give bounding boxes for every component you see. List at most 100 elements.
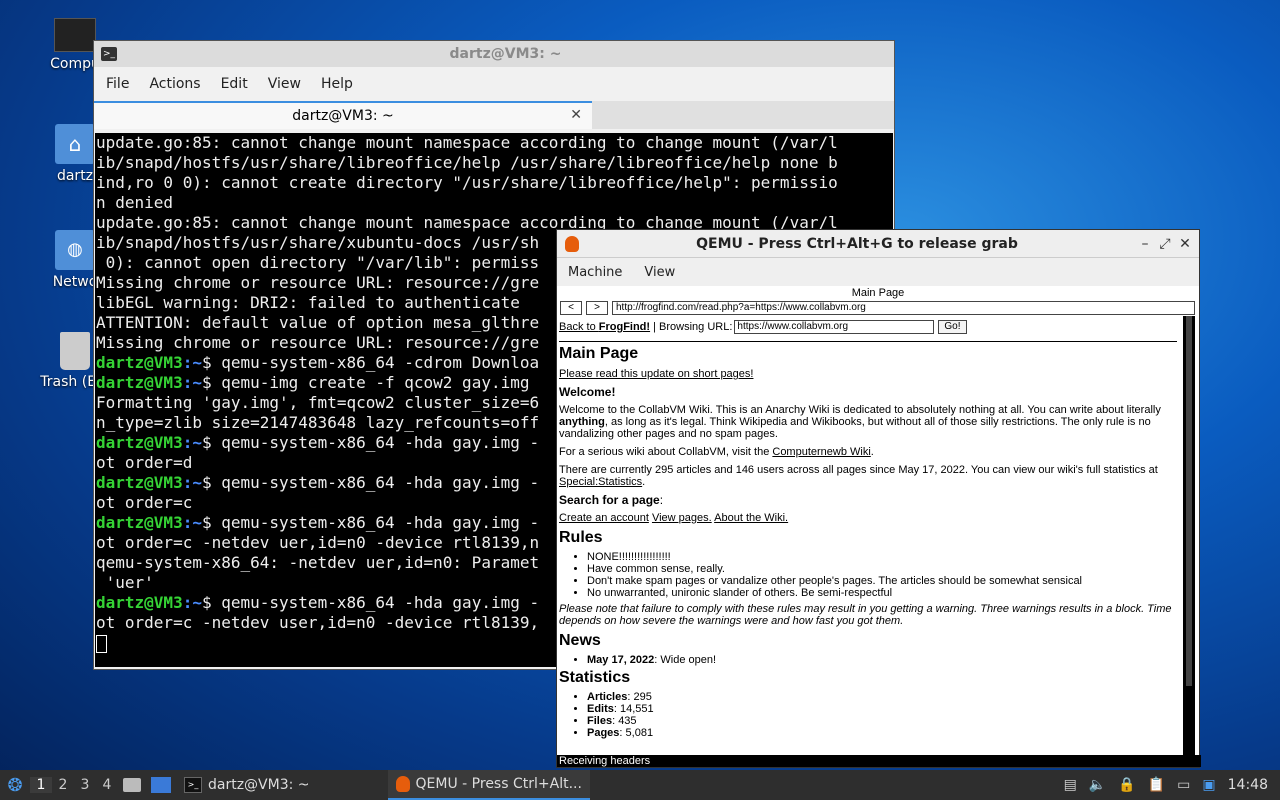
update-link[interactable]: Please read this update on short pages! [559, 368, 753, 380]
terminal-titlebar[interactable]: >_ dartz@VM3: ~ [94, 41, 894, 67]
computer-icon [54, 18, 96, 52]
qemu-menubar: Machine View [557, 258, 1199, 286]
workspace-4[interactable]: 4 [96, 777, 118, 793]
prompt-path: :~ [182, 473, 202, 492]
prompt-path: :~ [182, 353, 202, 372]
guest-page-title: Main Page [851, 287, 905, 299]
notification-icon[interactable]: ▤ [1064, 777, 1077, 793]
show-desktop-icon[interactable] [151, 777, 171, 793]
menu-view[interactable]: View [633, 265, 686, 280]
news-list: May 17, 2022: Wide open! [559, 654, 1179, 666]
list-item: Don't make spam pages or vandalize other… [587, 575, 1179, 587]
command-text: $ qemu-img create -f qcow2 gay.img [201, 373, 530, 392]
terminal-icon: >_ [101, 47, 117, 61]
prompt-user: dartz@VM3 [96, 433, 183, 452]
trash-icon [60, 332, 90, 370]
menu-actions[interactable]: Actions [139, 72, 210, 96]
menu-file[interactable]: File [96, 72, 139, 96]
taskbar: ❂ 1 2 3 4 >_ dartz@VM3: ~ QEMU - Press C… [0, 770, 1280, 800]
guest-nav-row: < > http://frogfind.com/read.php?a=https… [557, 300, 1199, 316]
updates-icon[interactable]: ▣ [1202, 777, 1215, 793]
terminal-tab[interactable]: dartz@VM3: ~ ✕ [94, 101, 592, 129]
special-statistics-link[interactable]: Special:Statistics [559, 476, 642, 488]
rules-note: Please note that failure to comply with … [559, 603, 1172, 627]
prompt-user: dartz@VM3 [96, 353, 183, 372]
qemu-logo-icon [395, 776, 410, 792]
guest-back-button[interactable]: < [560, 301, 582, 315]
command-text: $ qemu-system-x86_64 -hda gay.img - [201, 473, 540, 492]
rules-list: NONE!!!!!!!!!!!!!!!!! Have common sense,… [559, 551, 1179, 599]
wiki-links: Create an account View pages. About the … [559, 512, 1179, 524]
taskbar-item-terminal[interactable]: >_ dartz@VM3: ~ [176, 770, 318, 800]
heading-rules: Rules [559, 529, 603, 546]
qemu-window[interactable]: QEMU - Press Ctrl+Alt+G to release grab … [556, 229, 1201, 768]
clock[interactable]: 14:48 [1228, 777, 1268, 793]
menu-machine[interactable]: Machine [557, 265, 633, 280]
terminal-line: n denied [96, 193, 174, 212]
browsing-url-input[interactable]: https://www.collabvm.org [734, 320, 935, 334]
list-item: NONE!!!!!!!!!!!!!!!!! [587, 551, 1179, 563]
view-pages-link[interactable]: View pages. [652, 512, 712, 524]
prompt-path: :~ [182, 433, 202, 452]
start-menu-icon[interactable]: ❂ [0, 775, 30, 796]
stats-paragraph: There are currently 295 articles and 146… [559, 464, 1158, 488]
maximize-icon[interactable]: ⤢ [1155, 236, 1175, 252]
list-item: Files: 435 [587, 715, 1179, 727]
terminal-title: dartz@VM3: ~ [449, 46, 562, 62]
prompt-user: dartz@VM3 [96, 373, 183, 392]
prompt-path: :~ [182, 593, 202, 612]
taskbar-item-qemu[interactable]: QEMU - Press Ctrl+Alt... [387, 770, 590, 800]
qemu-titlebar[interactable]: QEMU - Press Ctrl+Alt+G to release grab … [557, 230, 1199, 258]
search-heading: Search for a page: [559, 493, 664, 507]
terminal-tab-label: dartz@VM3: ~ [292, 108, 394, 124]
guest-scrollbar[interactable] [1183, 316, 1195, 756]
volume-icon[interactable]: 🔈 [1089, 777, 1106, 793]
computernewb-wiki-link[interactable]: Computernewb Wiki [772, 446, 870, 458]
minimize-icon[interactable]: – [1135, 236, 1155, 252]
list-item: Have common sense, really. [587, 563, 1179, 575]
close-icon[interactable]: ✕ [1175, 236, 1195, 252]
menu-edit[interactable]: Edit [211, 72, 258, 96]
workspace-1[interactable]: 1 [30, 777, 52, 793]
taskbar-item-label: dartz@VM3: ~ [208, 777, 310, 793]
back-to-frogfind-link[interactable]: Back to FrogFind! [559, 321, 650, 333]
guest-page-content: Back to FrogFind! | Browsing URL: https:… [559, 319, 1179, 754]
list-item: No unwarranted, unironic slander of othe… [587, 587, 1179, 599]
list-item: Pages: 5,081 [587, 727, 1179, 739]
menu-help[interactable]: Help [311, 72, 363, 96]
heading-news: News [559, 632, 601, 649]
qemu-title: QEMU - Press Ctrl+Alt+G to release grab [696, 235, 1018, 252]
terminal-line: update.go:85: cannot change mount namesp… [96, 133, 838, 152]
heading-main-page: Main Page [559, 345, 639, 362]
prompt-user: dartz@VM3 [96, 513, 183, 532]
workspace-3[interactable]: 3 [74, 777, 96, 793]
statistics-list: Articles: 295 Edits: 14,551 Files: 435 P… [559, 691, 1179, 739]
terminal-line: ib/snapd/hostfs/usr/share/libreoffice/he… [96, 153, 838, 172]
menu-view[interactable]: View [258, 72, 311, 96]
workspace-2[interactable]: 2 [52, 777, 74, 793]
guest-url-field[interactable]: http://frogfind.com/read.php?a=https://w… [612, 301, 1195, 315]
go-button[interactable]: Go! [938, 320, 967, 334]
system-tray: ▤ 🔈 🔒 📋 ▭ ▣ 14:48 [1058, 777, 1280, 793]
about-wiki-link[interactable]: About the Wiki. [714, 512, 788, 524]
command-text: $ qemu-system-x86_64 -hda gay.img - [201, 513, 540, 532]
close-tab-icon[interactable]: ✕ [570, 107, 582, 123]
text-cursor [96, 634, 107, 653]
guest-status-bar: Receiving headers [557, 755, 1201, 767]
lock-icon[interactable]: 🔒 [1118, 777, 1135, 793]
display-icon[interactable]: ▭ [1177, 777, 1190, 793]
command-text: $ qemu-system-x86_64 -cdrom Downloa [201, 353, 540, 372]
qemu-logo-icon [565, 235, 579, 252]
terminal-tabbar: dartz@VM3: ~ ✕ [94, 101, 894, 129]
guest-scroll-thumb[interactable] [1186, 316, 1192, 686]
terminal-icon: >_ [184, 777, 202, 793]
guest-screen[interactable]: Main Page < > http://frogfind.com/read.p… [557, 286, 1201, 767]
file-manager-icon[interactable] [123, 778, 141, 792]
clipboard-icon[interactable]: 📋 [1148, 777, 1165, 793]
command-text: $ qemu-system-x86_64 -hda gay.img - [201, 593, 540, 612]
divider [559, 341, 1177, 342]
taskbar-item-label: QEMU - Press Ctrl+Alt... [415, 776, 582, 792]
create-account-link[interactable]: Create an account [559, 512, 649, 524]
guest-forward-button[interactable]: > [586, 301, 608, 315]
prompt-path: :~ [182, 513, 202, 532]
